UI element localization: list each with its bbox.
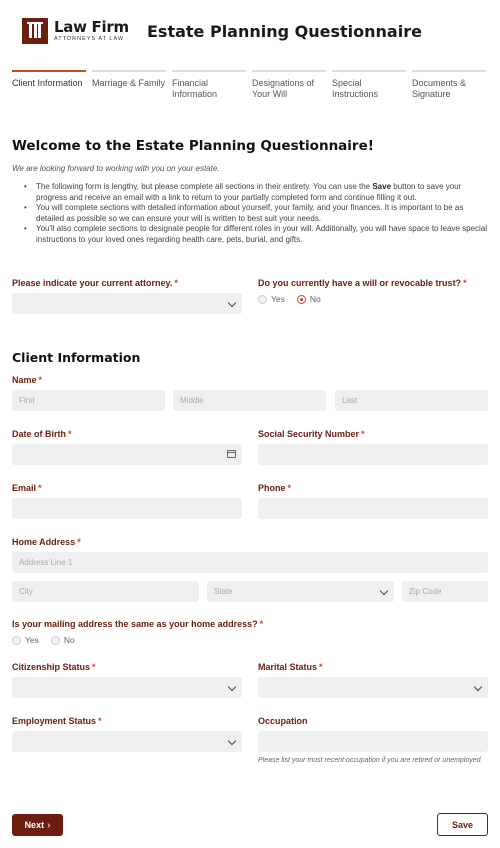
list-item: You will complete sections with detailed… — [24, 203, 490, 224]
dob-input[interactable] — [12, 444, 242, 465]
mailing-same-label: Is your mailing address the same as your… — [12, 619, 264, 629]
calendar-icon[interactable] — [227, 450, 236, 458]
chevron-down-icon — [227, 736, 237, 746]
state-select[interactable]: State — [207, 581, 394, 602]
email-input[interactable] — [12, 498, 242, 519]
middle-name-input[interactable]: Middle — [173, 390, 326, 411]
dob-label: Date of Birth * — [12, 429, 72, 439]
next-button[interactable]: Next › — [12, 814, 63, 836]
employment-status-select[interactable] — [12, 731, 242, 752]
employment-status-label: Employment Status * — [12, 716, 102, 726]
attorney-label: Please indicate your current attorney. * — [12, 278, 178, 288]
mailing-same-yes-radio[interactable]: Yes — [12, 635, 39, 645]
last-name-input[interactable]: Last — [335, 390, 488, 411]
trust-no-radio[interactable]: No — [296, 294, 321, 304]
email-label: Email * — [12, 483, 42, 493]
marital-status-label: Marital Status * — [258, 662, 323, 672]
step-client-information[interactable]: Client Information — [12, 70, 86, 100]
home-address-label: Home Address * — [12, 537, 81, 547]
ssn-label: Social Security Number * — [258, 429, 365, 439]
phone-label: Phone * — [258, 483, 292, 493]
mailing-same-radio-group: Yes No — [12, 635, 87, 645]
client-information-heading: Client Information — [12, 350, 141, 365]
trust-yes-radio[interactable]: Yes — [258, 294, 285, 304]
mailing-same-no-radio[interactable]: No — [50, 635, 75, 645]
page-title: Estate Planning Questionnaire — [147, 22, 422, 41]
pillar-icon — [22, 18, 48, 44]
step-designations-of-will[interactable]: Designations of Your Will — [252, 70, 326, 100]
citizenship-select[interactable] — [12, 677, 242, 698]
law-firm-logo: Law Firm ATTORNEYS AT LAW — [22, 18, 129, 44]
save-button[interactable]: Save — [437, 813, 488, 836]
first-name-input[interactable]: First — [12, 390, 165, 411]
chevron-down-icon — [227, 682, 237, 692]
instructions-list: The following form is lengthy, but pleas… — [24, 182, 490, 245]
phone-input[interactable] — [258, 498, 488, 519]
progress-steps: Client Information Marriage & Family Fin… — [12, 70, 488, 100]
step-documents-signature[interactable]: Documents & Signature — [412, 70, 486, 100]
citizenship-label: Citizenship Status * — [12, 662, 96, 672]
step-financial-information[interactable]: Financial Information — [172, 70, 246, 100]
zip-code-input[interactable]: Zip Code — [402, 581, 488, 602]
occupation-label: Occupation — [258, 716, 308, 726]
occupation-hint: Please list your most recent occupation … — [258, 757, 483, 764]
occupation-input[interactable] — [258, 731, 488, 752]
ssn-input[interactable] — [258, 444, 488, 465]
step-special-instructions[interactable]: Special Instructions — [332, 70, 406, 100]
welcome-intro: We are looking forward to working with y… — [12, 164, 220, 173]
marital-status-select[interactable] — [258, 677, 488, 698]
chevron-right-icon: › — [47, 819, 51, 831]
address-line1-input[interactable]: Address Line 1 — [12, 552, 488, 573]
attorney-select[interactable] — [12, 293, 242, 314]
name-label: Name * — [12, 375, 43, 385]
logo-name: Law Firm — [54, 18, 129, 36]
step-marriage-family[interactable]: Marriage & Family — [92, 70, 166, 100]
list-item: You'll also complete sections to designa… — [24, 224, 490, 245]
welcome-heading: Welcome to the Estate Planning Questionn… — [12, 138, 374, 154]
page-header: Law Firm ATTORNEYS AT LAW Estate Plannin… — [0, 0, 500, 66]
trust-label: Do you currently have a will or revocabl… — [258, 278, 467, 288]
chevron-down-icon — [473, 682, 483, 692]
trust-radio-group: Yes No — [258, 294, 333, 304]
chevron-down-icon — [227, 298, 237, 308]
logo-tagline: ATTORNEYS AT LAW — [54, 36, 125, 42]
list-item: The following form is lengthy, but pleas… — [24, 182, 490, 203]
city-input[interactable]: City — [12, 581, 199, 602]
